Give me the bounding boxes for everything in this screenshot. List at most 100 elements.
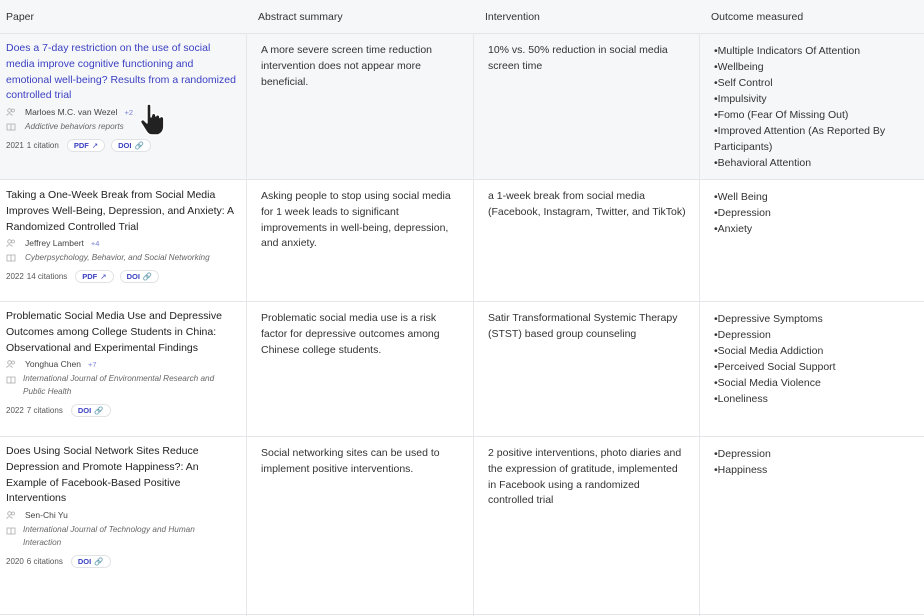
paper-footer: 2020 6 citations DOI 🔗 (6, 555, 238, 569)
more-authors[interactable]: +2 (124, 108, 133, 117)
column-divider (473, 33, 474, 616)
people-icon (6, 108, 15, 116)
outcome-item: •Well Being (714, 191, 768, 203)
intervention-cell: 2 positive interventions, photo diaries … (488, 447, 682, 507)
journal-line: International Journal of Technology and … (6, 523, 238, 549)
table-row: Problematic Social Media Use and Depress… (0, 302, 924, 437)
doi-label: DOI (118, 141, 132, 151)
paper-title-link[interactable]: Does Using Social Network Sites Reduce D… (6, 444, 238, 507)
outcome-item: •Improved Attention (As Reported By Part… (714, 125, 886, 153)
column-header-intervention[interactable]: Intervention (485, 11, 540, 23)
results-table: Paper Abstract summary Intervention Outc… (0, 0, 924, 616)
journal-name: International Journal of Environmental R… (23, 374, 215, 397)
more-authors[interactable]: +7 (88, 360, 97, 369)
paper-title-link[interactable]: Taking a One-Week Break from Social Medi… (6, 188, 238, 235)
author-name[interactable]: Marloes M.C. van Wezel (25, 107, 117, 117)
pdf-button[interactable]: PDF ↗ (66, 139, 106, 153)
outcome-item: •Fomo (Fear Of Missing Out) (714, 109, 849, 121)
intervention-cell: 10% vs. 50% reduction in social media sc… (488, 44, 668, 72)
paper-title-link[interactable]: Does a 7-day restriction on the use of s… (6, 41, 238, 104)
abstract-summary-cell: A more severe screen time reduction inte… (261, 44, 432, 88)
outcome-item: •Depression (714, 448, 771, 460)
author-line: Sen-Chi Yu (6, 510, 238, 520)
outcome-item: •Anxiety (714, 223, 753, 235)
outcome-item: •Behavioral Attention (714, 157, 812, 169)
intervention-cell: Satir Transformational Systemic Therapy … (488, 312, 678, 340)
link-icon: 🔗 (142, 272, 153, 282)
author-name[interactable]: Jeffrey Lambert (25, 238, 84, 248)
people-icon (6, 239, 15, 248)
link-icon: 🔗 (94, 557, 104, 567)
abstract-summary-cell: Asking people to stop using social media… (261, 190, 451, 250)
pdf-button[interactable]: PDF ↗ (75, 270, 114, 284)
external-link-icon: ↗ (91, 141, 99, 151)
doi-label: DOI (77, 557, 92, 567)
publication-year: 2021 (6, 141, 24, 151)
doi-label: DOI (77, 406, 92, 416)
author-line: Jeffrey Lambert +4 (6, 238, 238, 248)
paper-cell: Does Using Social Network Sites Reduce D… (6, 444, 238, 569)
citation-count[interactable]: 14 citations (27, 272, 67, 281)
outcomes-cell: •Depression •Happiness (714, 446, 914, 478)
journal-name: Cyberpsychology, Behavior, and Social Ne… (25, 253, 210, 263)
doi-button[interactable]: DOI 🔗 (70, 404, 111, 418)
author-name[interactable]: Yonghua Chen (25, 359, 81, 369)
people-icon (6, 511, 15, 519)
table-row: Taking a One-Week Break from Social Medi… (0, 180, 924, 302)
doi-button[interactable]: DOI 🔗 (111, 139, 151, 153)
column-header-abstract-summary[interactable]: Abstract summary (258, 11, 343, 23)
journal-name: International Journal of Technology and … (23, 525, 195, 548)
doi-label: DOI (126, 272, 140, 282)
intervention-cell: a 1-week break from social media (Facebo… (488, 190, 686, 218)
publication-year: 2022 (6, 272, 24, 282)
book-icon (6, 376, 16, 384)
column-divider (246, 33, 247, 616)
paper-footer: 2021 1 citation PDF ↗ DOI 🔗 (6, 139, 238, 153)
pdf-label: PDF (73, 141, 89, 151)
abstract-summary-cell: Problematic social media use is a risk f… (261, 312, 440, 356)
journal-name: Addictive behaviors reports (25, 122, 124, 132)
book-icon (6, 123, 16, 131)
outcome-item: •Depression (714, 207, 771, 219)
author-line: Yonghua Chen +7 (6, 359, 238, 369)
more-authors[interactable]: +4 (91, 239, 100, 248)
book-icon (6, 254, 16, 262)
column-header-paper[interactable]: Paper (6, 11, 34, 23)
outcome-item: •Loneliness (714, 393, 768, 405)
doi-button[interactable]: DOI 🔗 (70, 555, 111, 569)
outcome-item: •Happiness (714, 464, 768, 476)
paper-title-link[interactable]: Problematic Social Media Use and Depress… (6, 309, 238, 356)
column-header-outcome-measured[interactable]: Outcome measured (711, 11, 803, 23)
pdf-label: PDF (82, 272, 98, 282)
author-line: Marloes M.C. van Wezel +2 (6, 107, 238, 117)
paper-cell: Problematic Social Media Use and Depress… (6, 309, 238, 418)
outcome-item: •Depression (714, 329, 771, 341)
citation-count[interactable]: 1 citation (27, 141, 59, 150)
table-header: Paper Abstract summary Intervention Outc… (0, 0, 924, 34)
external-link-icon: ↗ (100, 272, 107, 282)
author-name[interactable]: Sen-Chi Yu (25, 510, 68, 520)
outcome-item: •Depressive Symptoms (714, 313, 823, 325)
outcomes-cell: •Multiple Indicators Of Attention •Wellb… (714, 43, 914, 171)
column-divider (699, 33, 700, 616)
paper-cell: Does a 7-day restriction on the use of s… (6, 41, 238, 153)
outcome-item: •Wellbeing (714, 61, 764, 73)
paper-footer: 2022 14 citations PDF ↗ DOI 🔗 (6, 270, 238, 284)
outcome-item: •Self Control (714, 77, 773, 89)
outcome-item: •Multiple Indicators Of Attention (714, 45, 861, 57)
citation-count[interactable]: 7 citations (27, 406, 63, 415)
table-row: Does Using Social Network Sites Reduce D… (0, 437, 924, 615)
abstract-summary-cell: Social networking sites can be used to i… (261, 447, 440, 475)
doi-button[interactable]: DOI 🔗 (119, 270, 160, 284)
citation-count[interactable]: 6 citations (27, 557, 63, 566)
paper-cell: Taking a One-Week Break from Social Medi… (6, 188, 238, 284)
journal-line: Addictive behaviors reports (6, 120, 238, 133)
link-icon: 🔗 (94, 406, 104, 416)
publication-year: 2022 (6, 406, 24, 416)
outcomes-cell: •Depressive Symptoms •Depression •Social… (714, 311, 914, 407)
journal-line: Cyberpsychology, Behavior, and Social Ne… (6, 251, 238, 264)
outcome-item: •Perceived Social Support (714, 361, 836, 373)
journal-line: International Journal of Environmental R… (6, 372, 238, 398)
people-icon (6, 360, 15, 369)
outcomes-cell: •Well Being •Depression •Anxiety (714, 189, 914, 237)
